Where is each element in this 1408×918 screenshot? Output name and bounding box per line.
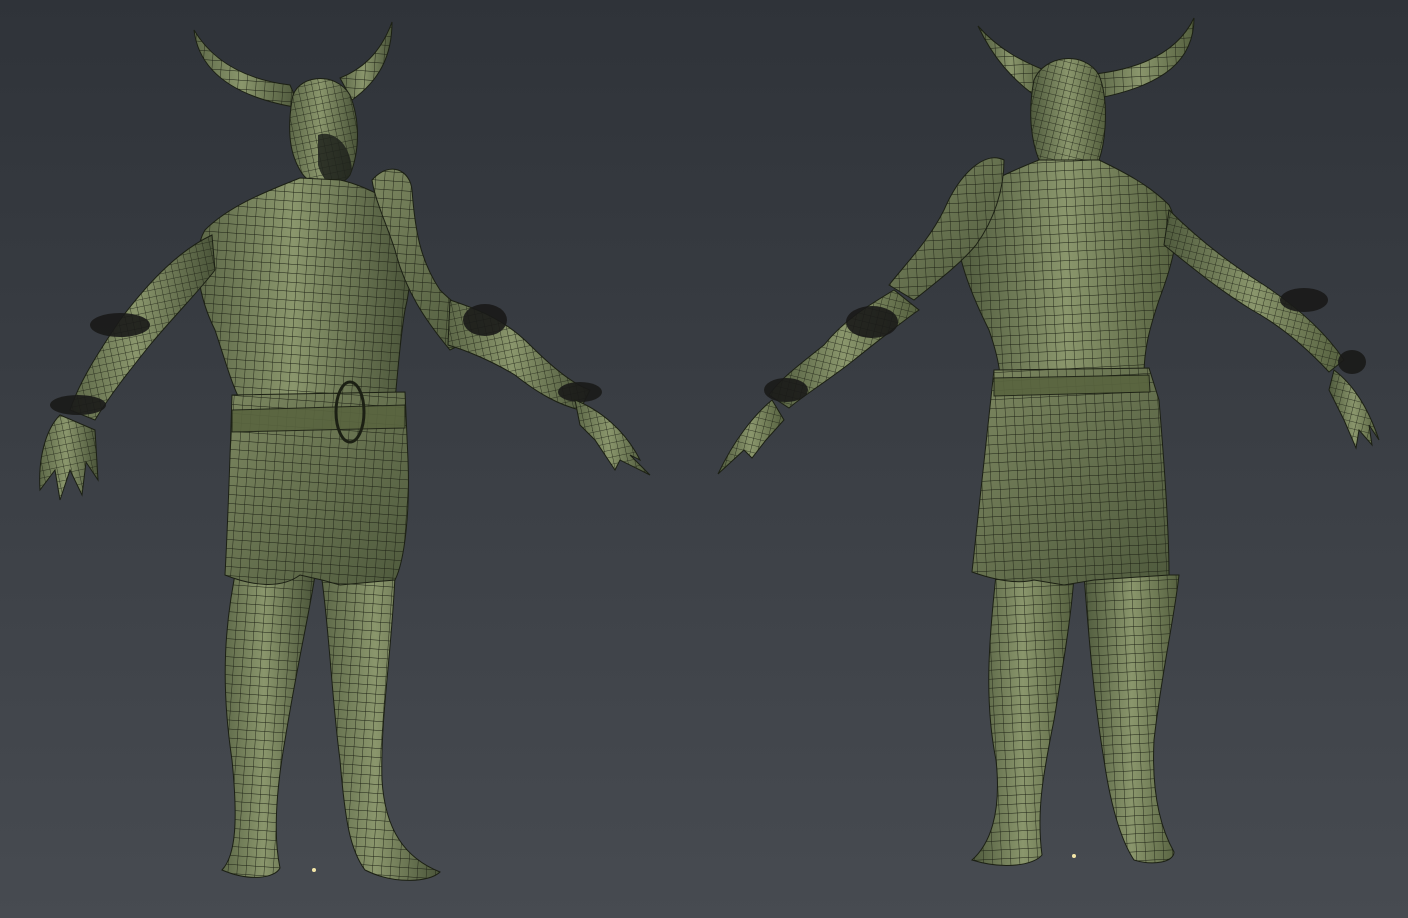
origin-marker (1072, 854, 1076, 858)
character-front-view[interactable] (0, 0, 704, 918)
legs (221, 559, 441, 881)
legs (971, 574, 1180, 866)
kilt (971, 367, 1170, 586)
origin-marker (312, 868, 316, 872)
3d-viewport[interactable] (0, 0, 1408, 918)
torso (197, 177, 411, 401)
kilt (224, 380, 409, 586)
head (1030, 58, 1106, 177)
front-model-render (39, 21, 651, 881)
head (289, 78, 358, 187)
back-model-render (717, 17, 1380, 866)
character-back-view[interactable] (704, 0, 1408, 918)
